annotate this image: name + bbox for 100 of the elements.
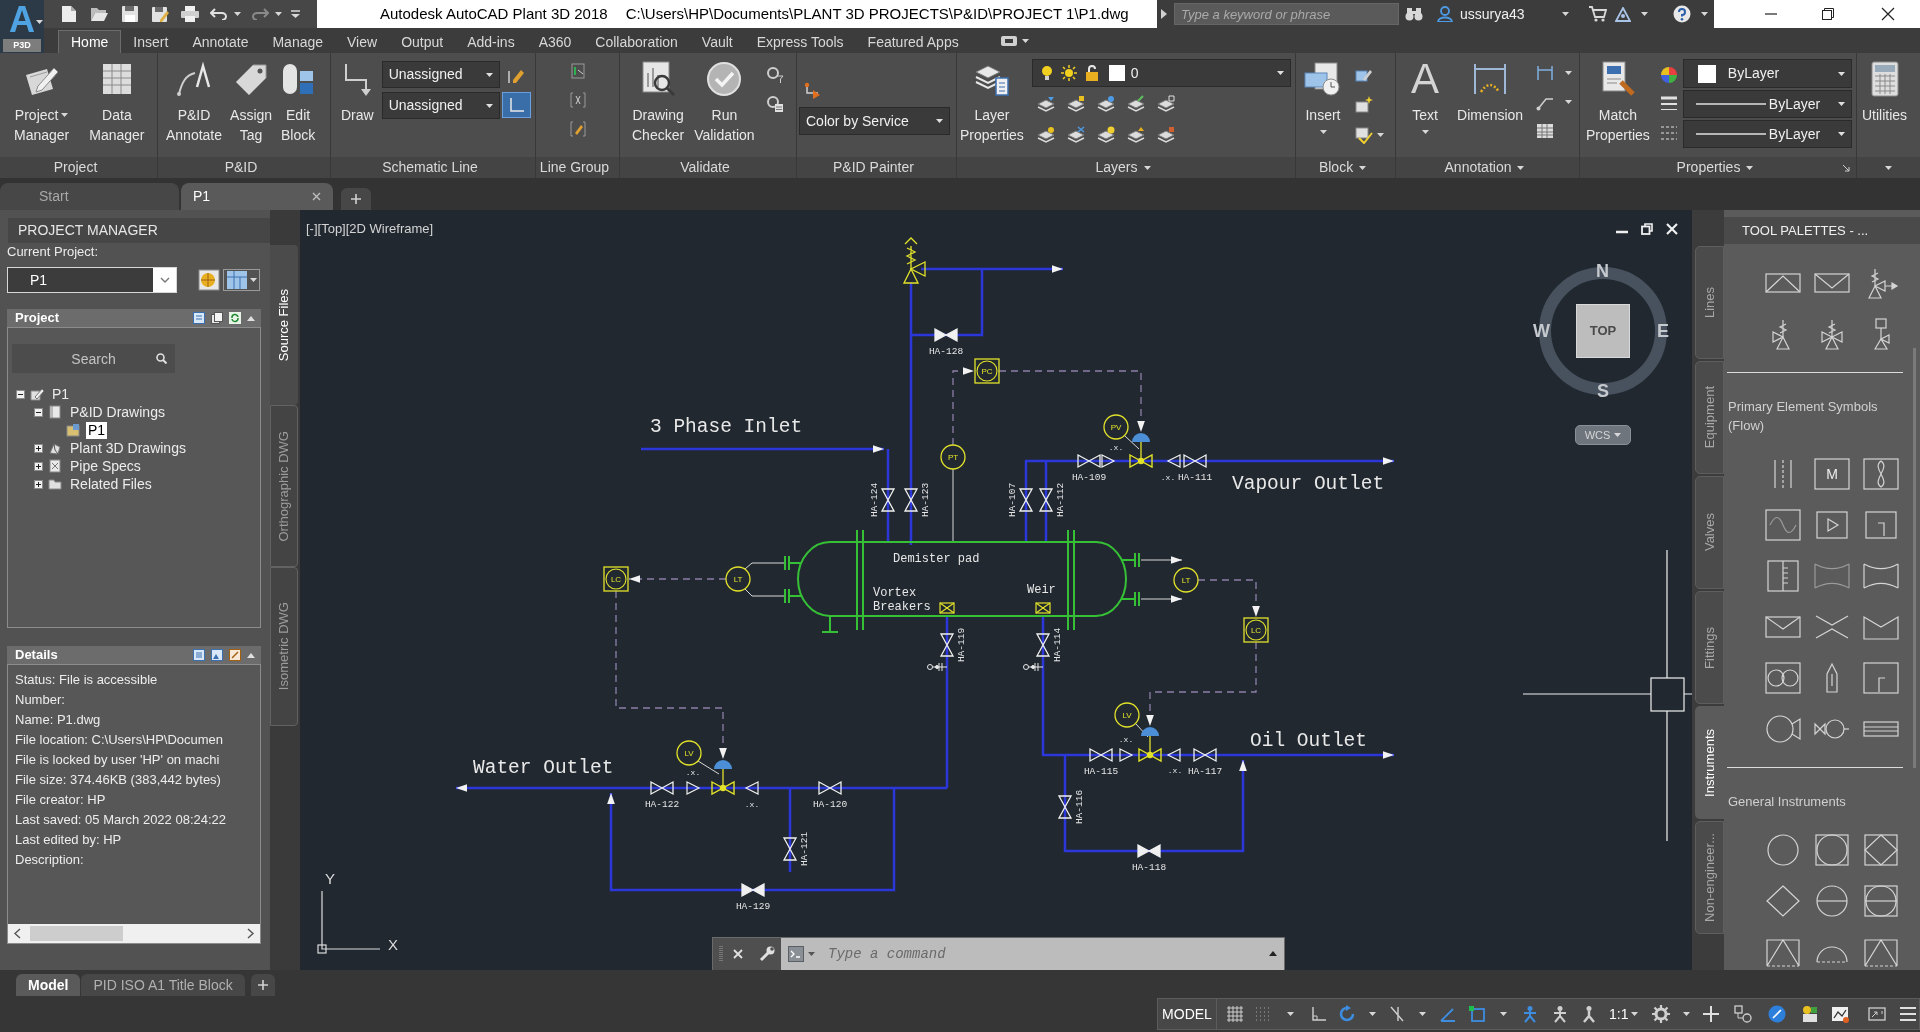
service-color-dropdown[interactable]: Color by Service — [799, 107, 950, 135]
layer-tool-icon[interactable] — [1066, 126, 1085, 144]
figure-icon[interactable] — [1580, 1005, 1598, 1023]
boxed-slash-icon[interactable] — [229, 649, 241, 661]
circle-list-icon[interactable] — [765, 95, 784, 113]
fullscreen-icon[interactable] — [1868, 1005, 1887, 1023]
circle-cross-tile-icon[interactable] — [198, 269, 220, 291]
close-icon[interactable] — [1881, 7, 1895, 21]
gear-icon[interactable] — [1652, 1005, 1671, 1023]
caret-icon[interactable] — [1885, 165, 1892, 170]
ribbon-button[interactable]: Data Manager — [85, 53, 149, 157]
figure-icon[interactable] — [1521, 1005, 1539, 1023]
boxed-triangle-dashed-icon[interactable] — [1863, 936, 1899, 968]
caret-icon[interactable] — [1021, 38, 1029, 43]
user-name[interactable]: ussurya43 — [1460, 3, 1525, 25]
caret-icon[interactable] — [1359, 165, 1367, 170]
side-tab[interactable]: Isometric DWG — [270, 567, 298, 726]
ribbon-tab[interactable]: Manage — [260, 30, 336, 53]
annotation-scale-button[interactable]: 1:1 — [1609, 1003, 1639, 1025]
project-dropdown[interactable]: P1 — [7, 267, 177, 293]
ribbon-button[interactable]: A Text — [1405, 53, 1445, 157]
side-tab[interactable]: Source Files — [270, 245, 298, 405]
search-field[interactable]: Search — [12, 344, 175, 373]
expand-icon[interactable] — [34, 443, 43, 453]
ribbon-tab[interactable]: Annotate — [180, 30, 261, 53]
caret-icon[interactable] — [1517, 165, 1525, 170]
slashed-circle-icon[interactable] — [1768, 1005, 1787, 1023]
boxed-lines-icon[interactable] — [193, 312, 205, 324]
cart-icon[interactable] — [1588, 6, 1607, 22]
bracket-pencil-icon[interactable] — [568, 120, 587, 138]
collapse-arrow-icon[interactable] — [247, 315, 255, 321]
rounded-rectangle-icon[interactable] — [1000, 35, 1017, 46]
bracket-cross-icon[interactable] — [568, 91, 587, 109]
ribbon-button[interactable]: Insert — [1301, 53, 1345, 157]
elbow-arrow-icon[interactable] — [804, 82, 822, 100]
bar-caret-icon[interactable] — [291, 10, 300, 18]
palette-tab[interactable]: Equipment — [1695, 361, 1724, 474]
collapse-arrow-icon[interactable] — [247, 652, 255, 658]
restore-icon[interactable] — [1641, 223, 1653, 235]
circle-funnel-icon[interactable] — [765, 66, 784, 84]
help-icon[interactable] — [1672, 5, 1691, 23]
line-class-dropdown[interactable]: Unassigned — [381, 92, 500, 119]
layer-tool-icon[interactable] — [1036, 126, 1055, 144]
caret-icon[interactable] — [1143, 165, 1151, 170]
slanted-lines-icon[interactable] — [1388, 1005, 1406, 1023]
new-layout-button[interactable] — [250, 974, 275, 996]
menu-icon[interactable] — [1899, 1005, 1918, 1023]
tree-item[interactable]: Pipe Specs — [68, 457, 143, 475]
ribbon-tab[interactable]: Express Tools — [744, 30, 856, 53]
layer-dropdown[interactable]: 0 — [1031, 59, 1291, 87]
restore-icon[interactable] — [1822, 8, 1834, 20]
caret-icon[interactable] — [234, 12, 241, 16]
user-icon[interactable] — [1437, 6, 1453, 22]
line-class-dropdown[interactable]: Unassigned — [381, 61, 500, 88]
shapes-icon[interactable] — [1734, 1005, 1753, 1023]
new-file-icon[interactable] — [61, 5, 77, 23]
diagonal-arrow-icon[interactable] — [1842, 163, 1850, 172]
palette-tab[interactable]: Fittings — [1695, 591, 1724, 704]
compass-label[interactable]: S — [1597, 381, 1609, 401]
ribbon-button[interactable]: Project Manager — [10, 53, 74, 157]
layout-grid-icon[interactable] — [226, 270, 248, 290]
collapse-icon[interactable] — [16, 389, 25, 399]
layout-tab[interactable]: PID ISO A1 Title Block — [81, 974, 245, 996]
linear-dimension-icon[interactable] — [1536, 64, 1555, 82]
figure-icon[interactable] — [1551, 1005, 1569, 1023]
caret-icon[interactable] — [1746, 165, 1754, 170]
caret-icon[interactable] — [1377, 133, 1384, 137]
right-angle-icon[interactable] — [1310, 1005, 1328, 1023]
tree-item[interactable]: Related Files — [68, 475, 154, 493]
circle-triangle-icon[interactable] — [1765, 713, 1801, 745]
caret-icon[interactable] — [1561, 12, 1569, 16]
divided-circle-icon[interactable] — [1814, 885, 1850, 917]
palette-tab[interactable]: Instruments — [1695, 706, 1724, 819]
linetype-dropdown[interactable]: ByLayer — [1682, 120, 1852, 148]
compass-label[interactable]: E — [1657, 321, 1669, 341]
ribbon-button[interactable]: Drawing Checker — [628, 53, 689, 157]
triangle-right-icon[interactable] — [1161, 9, 1167, 19]
block-check-icon[interactable] — [1355, 126, 1373, 144]
layer-tool-icon[interactable] — [1126, 126, 1145, 144]
tree-item[interactable]: Plant 3D Drawings — [68, 439, 188, 457]
caret-icon[interactable] — [1700, 12, 1708, 16]
chart-window-icon[interactable] — [1831, 1005, 1850, 1023]
ribbon-button[interactable]: Dimension — [1453, 53, 1528, 157]
application-menu-button[interactable]: A P3D — [0, 0, 44, 53]
palette-tab[interactable]: Non-engineer... — [1695, 821, 1724, 934]
ribbon-button[interactable]: Run Validation — [690, 53, 759, 157]
caret-icon[interactable] — [275, 12, 282, 16]
boxed-play-icon[interactable] — [1814, 509, 1850, 541]
caret-icon[interactable] — [1565, 100, 1573, 104]
redo-icon[interactable] — [251, 8, 269, 20]
refresh-icon[interactable] — [229, 312, 241, 324]
layer-tool-icon[interactable] — [1096, 95, 1115, 113]
ribbon-button[interactable]: Layer Properties — [957, 53, 1027, 157]
tree-item[interactable]: P1 — [86, 421, 108, 439]
color-dropdown[interactable]: ByLayer — [1682, 59, 1852, 88]
ribbon-tab[interactable]: Collaboration — [583, 30, 690, 53]
collapse-icon[interactable] — [34, 407, 43, 417]
tree-item[interactable]: P1 — [50, 385, 72, 403]
stacked-pages-icon[interactable] — [211, 312, 223, 324]
boxed-step-icon[interactable] — [1863, 509, 1899, 541]
